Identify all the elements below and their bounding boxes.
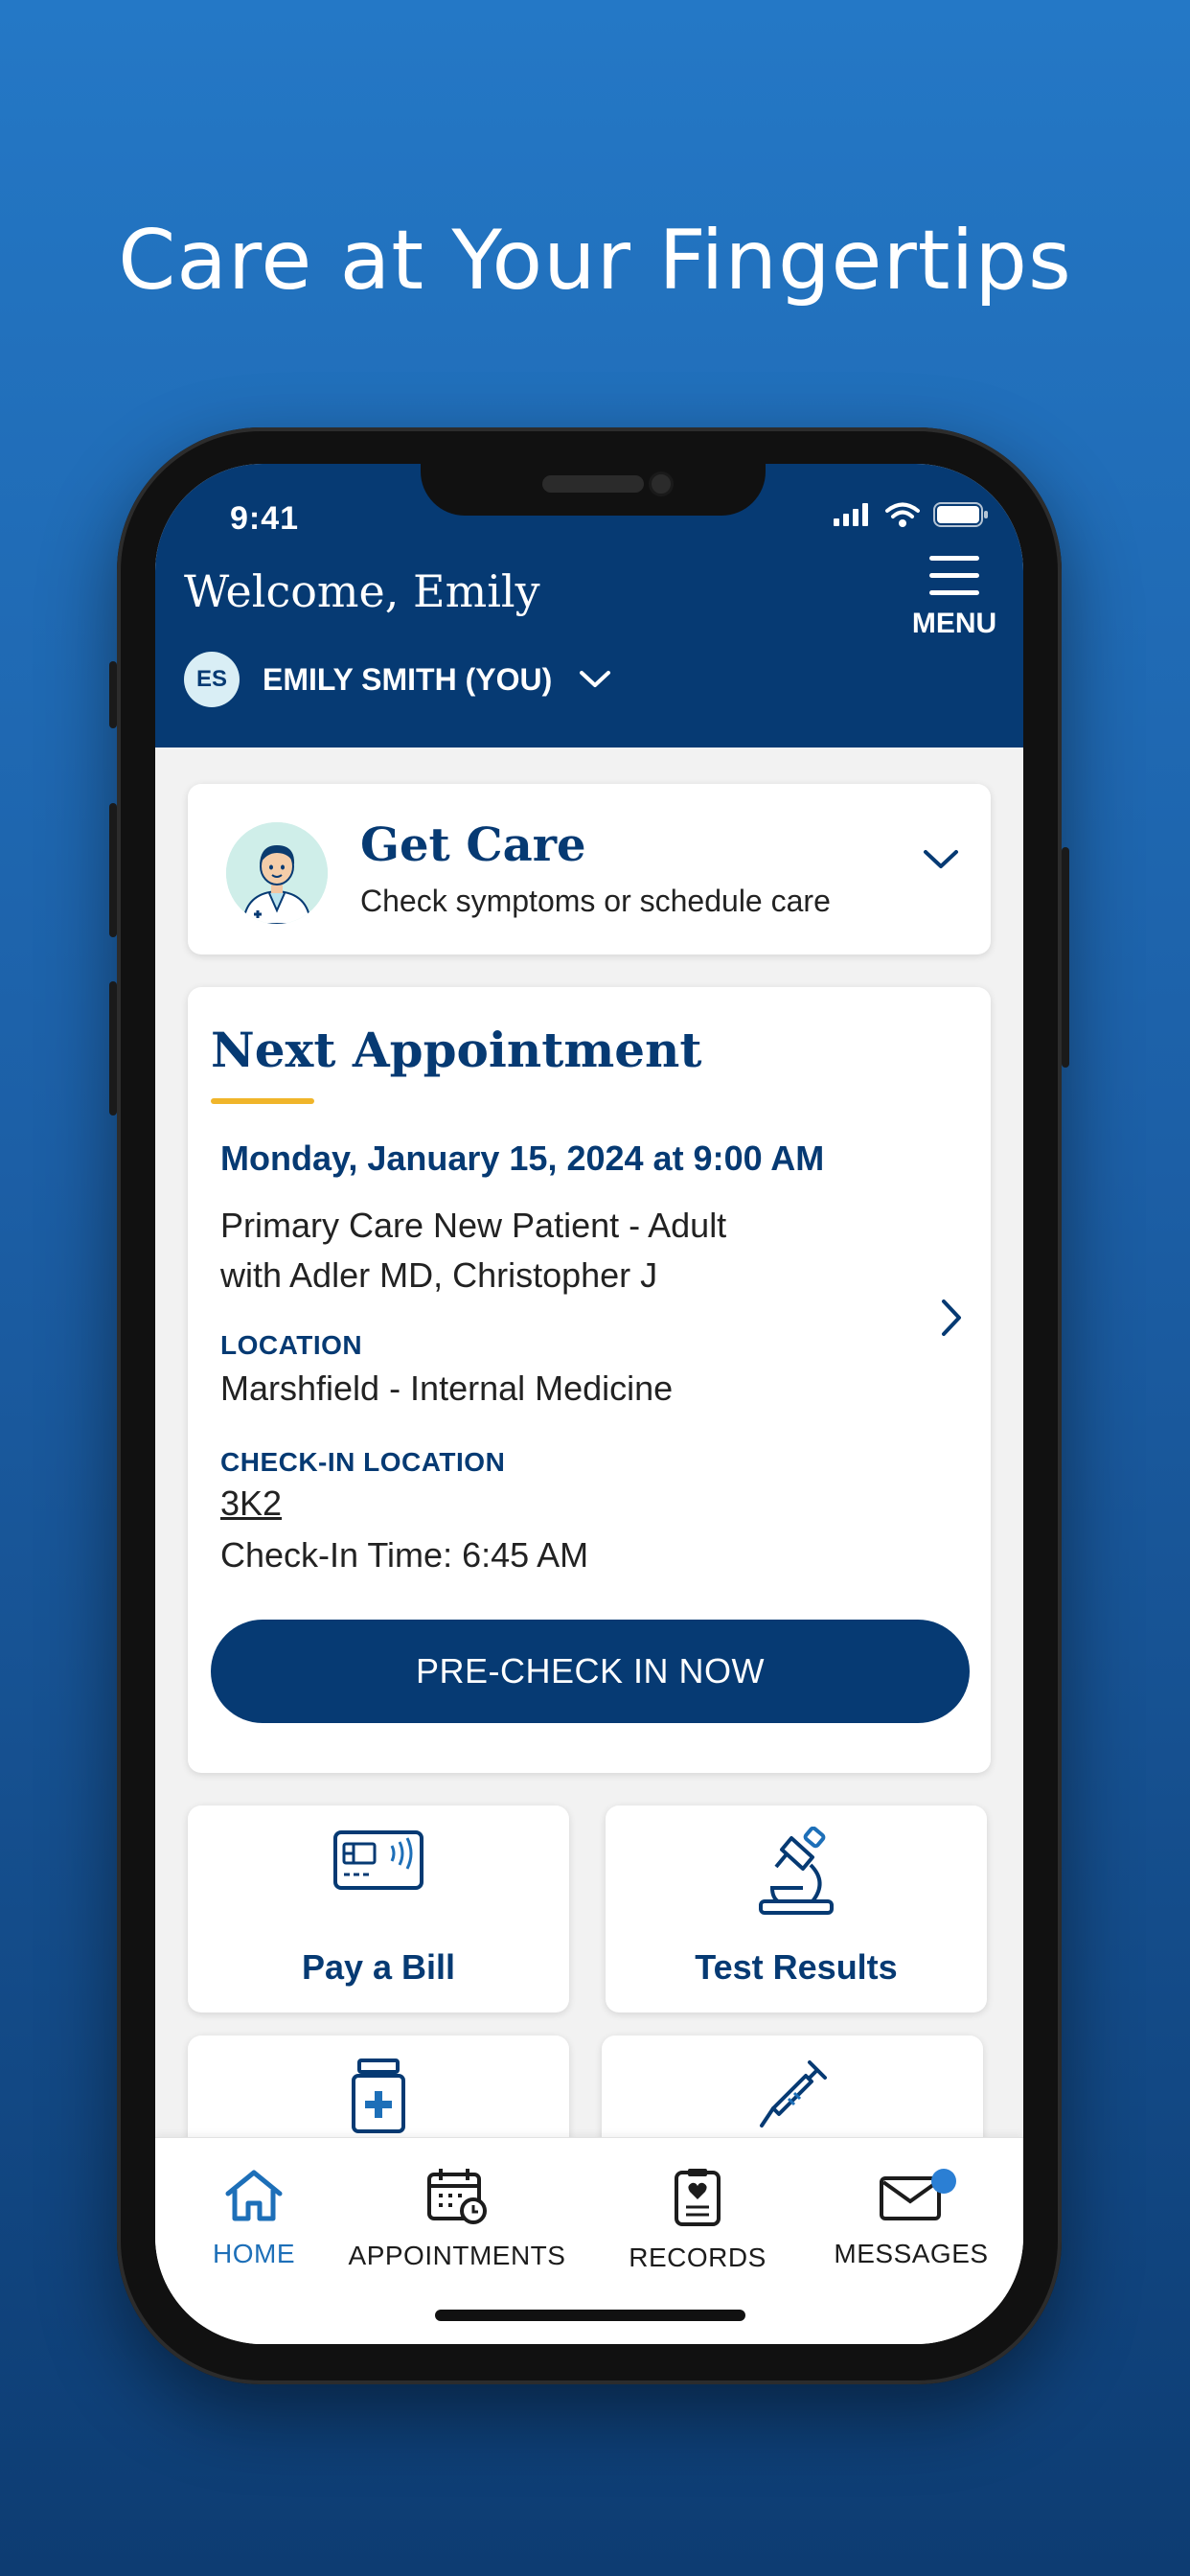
medications-tile[interactable] [188, 2036, 569, 2137]
tab-label: APPOINTMENTS [348, 2241, 566, 2270]
avatar: ES [184, 652, 240, 707]
title-underline [211, 1098, 314, 1104]
hamburger-icon [906, 556, 1002, 595]
volume-up-button [109, 803, 117, 937]
notch [421, 464, 766, 516]
home-icon [225, 2170, 283, 2221]
chevron-down-icon[interactable] [922, 847, 960, 872]
next-appointment-card[interactable]: Next Appointment Monday, January 15, 202… [188, 987, 991, 1773]
syringe-icon [760, 2060, 827, 2128]
tab-home[interactable]: HOME [201, 2167, 307, 2269]
payment-card-icon [333, 1830, 423, 1890]
immunizations-tile[interactable] [602, 2036, 983, 2137]
test-results-tile[interactable]: Test Results [606, 1806, 987, 2012]
checkin-location-link[interactable]: 3K2 [220, 1484, 282, 1524]
phone-frame: 9:41 Welcome, Emily MENU ES EMILY SMITH … [109, 427, 1069, 2384]
welcome-greeting: Welcome, Emily [184, 565, 540, 617]
wifi-icon [885, 502, 920, 527]
speaker [542, 475, 644, 493]
medication-bottle-icon [352, 2058, 405, 2133]
cellular-signal-icon [834, 503, 868, 526]
menu-label: MENU [911, 608, 997, 639]
calendar-icon [427, 2169, 487, 2224]
user-name: EMILY SMITH (YOU) [263, 661, 553, 697]
menu-button[interactable]: MENU [906, 556, 1002, 640]
status-time: 9:41 [230, 500, 300, 537]
microscope-icon [759, 1827, 834, 1915]
chevron-down-icon [580, 671, 611, 687]
status-icons [834, 502, 989, 527]
tile-label: Test Results [695, 1947, 898, 1987]
notification-badge [931, 2169, 956, 2194]
pay-bill-tile[interactable]: Pay a Bill [188, 1806, 569, 2012]
tab-label: HOME [213, 2239, 295, 2268]
tab-appointments[interactable]: APPOINTMENTS [347, 2167, 567, 2271]
clipboard-icon [675, 2169, 721, 2226]
appointment-location: Marshfield - Internal Medicine [220, 1368, 674, 1408]
location-label: LOCATION [220, 1330, 363, 1360]
pre-check-in-button[interactable]: PRE-CHECK IN NOW [211, 1620, 970, 1723]
tab-label: RECORDS [629, 2242, 767, 2272]
home-indicator [435, 2310, 745, 2321]
get-care-subtitle: Check symptoms or schedule care [360, 884, 831, 918]
home-content[interactable]: Get Care Check symptoms or schedule care… [155, 748, 1023, 2137]
appointment-provider: with Adler MD, Christopher J [220, 1255, 658, 1295]
power-button [1062, 847, 1069, 1068]
hero-title: Care at Your Fingertips [118, 213, 1072, 309]
mute-switch [109, 661, 117, 728]
volume-down-button [109, 981, 117, 1116]
tab-label: MESSAGES [834, 2239, 989, 2268]
next-appointment-title: Next Appointment [211, 1022, 702, 1078]
user-switcher[interactable]: ES EMILY SMITH (YOU) [184, 652, 611, 707]
appointment-visit-type: Primary Care New Patient - Adult [220, 1206, 727, 1245]
checkin-location-label: CHECK-IN LOCATION [220, 1447, 506, 1477]
tile-label: Pay a Bill [301, 1947, 456, 1987]
tab-records[interactable]: RECORDS [621, 2167, 774, 2273]
doctor-avatar-icon [226, 822, 328, 924]
get-care-title: Get Care [360, 818, 586, 872]
battery-icon [933, 502, 988, 527]
tab-messages[interactable]: MESSAGES [826, 2167, 996, 2269]
phone-screen: 9:41 Welcome, Emily MENU ES EMILY SMITH … [155, 464, 1023, 2344]
chevron-right-icon[interactable] [939, 1298, 964, 1338]
front-camera [649, 472, 674, 496]
get-care-card[interactable]: Get Care Check symptoms or schedule care [188, 784, 991, 954]
appointment-datetime: Monday, January 15, 2024 at 9:00 AM [220, 1138, 825, 1178]
checkin-time: Check-In Time: 6:45 AM [220, 1535, 589, 1575]
